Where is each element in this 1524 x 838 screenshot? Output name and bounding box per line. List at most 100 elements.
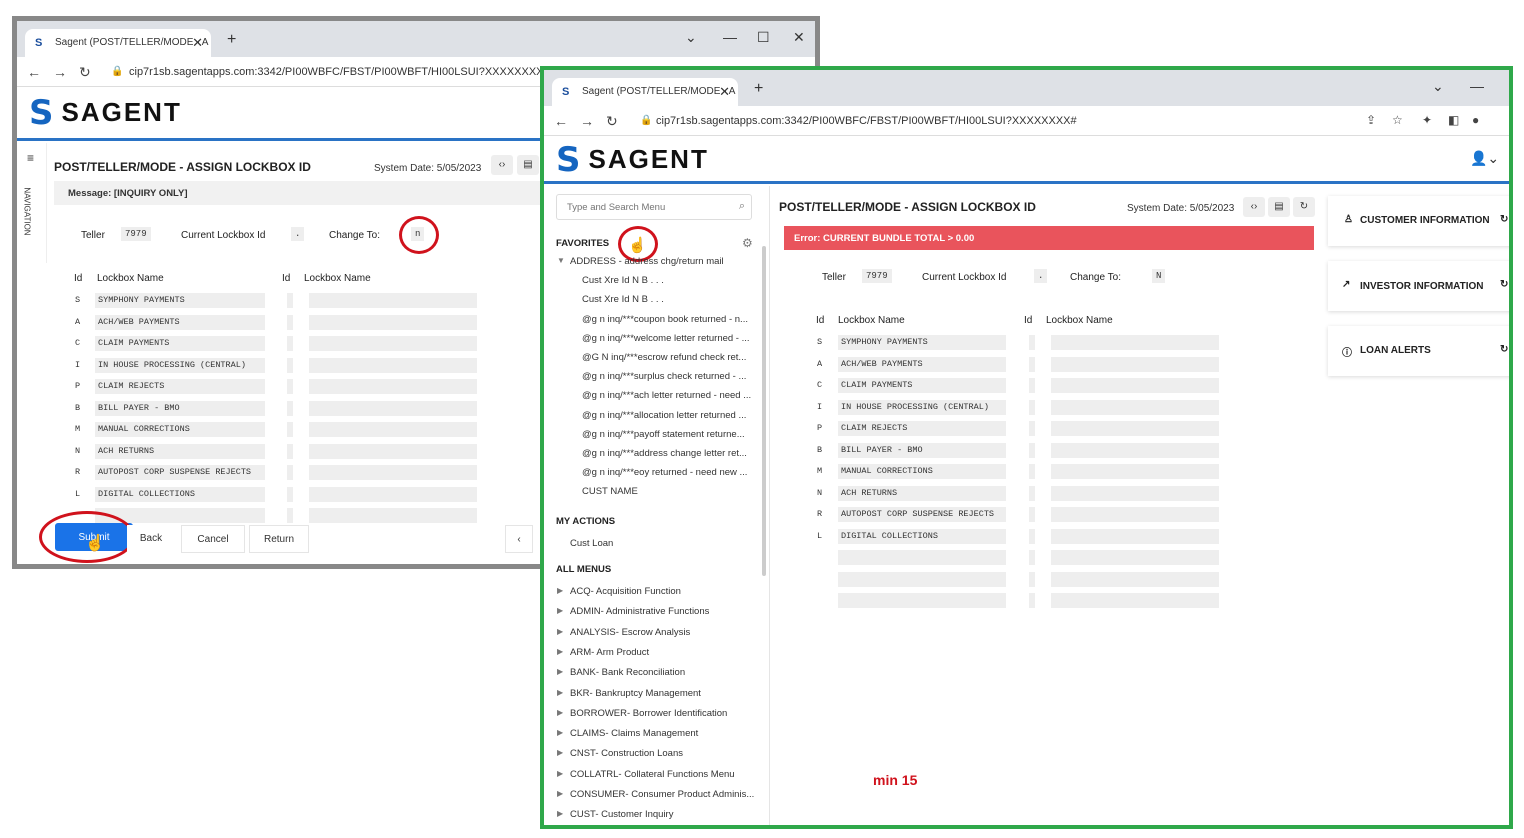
loan-alerts-card[interactable]: ⓘ LOAN ALERTS ↻ bbox=[1328, 326, 1509, 376]
sidebar-scrollbar[interactable] bbox=[762, 246, 766, 576]
lockbox-id-2[interactable] bbox=[1029, 485, 1035, 501]
lockbox-id-2[interactable] bbox=[1029, 378, 1035, 393]
chevron-right-icon[interactable]: ▶ bbox=[557, 728, 563, 737]
menu-item[interactable]: CNST- Construction Loans bbox=[570, 748, 683, 759]
lockbox-name[interactable]: ACH/WEB PAYMENTS bbox=[838, 356, 1006, 372]
favorite-item[interactable]: @g n inq/***coupon book returned - n... bbox=[582, 314, 748, 325]
favorite-item[interactable]: @G N inq/***escrow refund check ret... bbox=[582, 352, 746, 363]
lockbox-name[interactable]: IN HOUSE PROCESSING (CENTRAL) bbox=[838, 399, 1006, 415]
lockbox-id-2[interactable] bbox=[1029, 442, 1035, 458]
close-tab-icon[interactable]: ✕ bbox=[719, 84, 730, 100]
side-panel-icon[interactable]: ◧ bbox=[1448, 113, 1459, 127]
lockbox-id-2[interactable] bbox=[287, 293, 293, 308]
favorite-item[interactable]: @g n inq/***eoy returned - need new ... bbox=[582, 467, 747, 478]
lockbox-name[interactable]: ACH/WEB PAYMENTS bbox=[95, 314, 265, 330]
lockbox-name-2[interactable] bbox=[309, 314, 477, 330]
lockbox-id-2[interactable] bbox=[1029, 507, 1035, 522]
lockbox-name[interactable]: IN HOUSE PROCESSING (CENTRAL) bbox=[95, 357, 265, 373]
return-button[interactable]: Return bbox=[249, 525, 309, 553]
lockbox-name-2[interactable] bbox=[1051, 356, 1219, 372]
chevron-right-icon[interactable]: ▶ bbox=[557, 769, 563, 778]
gear-icon[interactable]: ⚙ bbox=[742, 236, 753, 250]
lockbox-name-2[interactable] bbox=[1051, 593, 1219, 608]
reload-icon[interactable]: ↻ bbox=[79, 64, 91, 81]
chevron-right-icon[interactable]: ▶ bbox=[557, 748, 563, 757]
hamburger-icon[interactable]: ≡ bbox=[27, 151, 34, 165]
chevron-right-icon[interactable]: ▶ bbox=[557, 809, 563, 818]
lockbox-id-2[interactable] bbox=[1029, 464, 1035, 479]
lockbox-id-2[interactable] bbox=[287, 379, 293, 394]
lockbox-name[interactable]: SYMPHONY PAYMENTS bbox=[95, 293, 265, 308]
bookmark-star-icon[interactable]: ☆ bbox=[1392, 113, 1403, 127]
lockbox-name[interactable]: ACH RETURNS bbox=[95, 443, 265, 459]
investor-information-card[interactable]: ↗ INVESTOR INFORMATION ↻ bbox=[1328, 261, 1509, 311]
lockbox-id-2[interactable] bbox=[287, 443, 293, 459]
refresh-icon[interactable]: ↻ bbox=[1293, 197, 1315, 217]
chevron-down-icon[interactable]: ▼ bbox=[557, 256, 565, 265]
lockbox-name-2[interactable] bbox=[1051, 507, 1219, 522]
refresh-icon[interactable]: ↻ bbox=[1500, 344, 1508, 355]
lockbox-name-2[interactable] bbox=[1051, 464, 1219, 479]
lockbox-name[interactable]: CLAIM PAYMENTS bbox=[95, 336, 265, 351]
refresh-icon[interactable]: ↻ bbox=[1500, 214, 1508, 225]
code-icon[interactable]: ‹› bbox=[491, 155, 513, 175]
lockbox-name[interactable] bbox=[838, 550, 1006, 565]
lockbox-name-2[interactable] bbox=[1051, 378, 1219, 393]
navigation-rail[interactable]: ≡ NAVIGATION bbox=[17, 143, 47, 263]
close-tab-icon[interactable]: ✕ bbox=[192, 35, 203, 51]
lockbox-name[interactable]: CLAIM REJECTS bbox=[95, 379, 265, 394]
menu-item[interactable]: COLLATRL- Collateral Functions Menu bbox=[570, 769, 735, 780]
lockbox-name-2[interactable] bbox=[309, 336, 477, 351]
lockbox-name-2[interactable] bbox=[309, 293, 477, 308]
lockbox-name-2[interactable] bbox=[309, 357, 477, 373]
close-window-icon[interactable]: ✕ bbox=[793, 29, 805, 46]
lockbox-name[interactable]: SYMPHONY PAYMENTS bbox=[838, 335, 1006, 350]
lockbox-name[interactable] bbox=[838, 593, 1006, 608]
menu-item[interactable]: BKR- Bankruptcy Management bbox=[570, 688, 701, 699]
my-action-item[interactable]: Cust Loan bbox=[570, 538, 613, 549]
chevron-right-icon[interactable]: ▶ bbox=[557, 606, 563, 615]
url-field[interactable]: cip7r1sb.sagentapps.com:3342/PI00WBFC/FB… bbox=[129, 66, 544, 78]
lockbox-name[interactable] bbox=[838, 571, 1006, 587]
lockbox-id-2[interactable] bbox=[287, 400, 293, 416]
chevron-right-icon[interactable]: ▶ bbox=[557, 789, 563, 798]
lockbox-name-2[interactable] bbox=[309, 422, 477, 437]
lockbox-id-2[interactable] bbox=[1029, 550, 1035, 565]
favorite-item[interactable]: Cust Xre Id N B . . . bbox=[582, 294, 664, 305]
tab-search-icon[interactable]: ⌄ bbox=[685, 29, 697, 46]
url-field[interactable]: cip7r1sb.sagentapps.com:3342/PI00WBFC/FB… bbox=[656, 115, 1077, 127]
lockbox-name-2[interactable] bbox=[1051, 442, 1219, 458]
lockbox-name-2[interactable] bbox=[309, 486, 477, 502]
forward-arrow-icon[interactable]: → bbox=[53, 64, 67, 80]
chevron-right-icon[interactable]: ▶ bbox=[557, 627, 563, 636]
lockbox-name[interactable]: CLAIM REJECTS bbox=[838, 421, 1006, 436]
tab-search-icon[interactable]: ⌄ bbox=[1432, 78, 1444, 95]
menu-item[interactable]: ACQ- Acquisition Function bbox=[570, 586, 681, 597]
lockbox-name-2[interactable] bbox=[1051, 550, 1219, 565]
new-tab-icon[interactable]: + bbox=[754, 80, 763, 98]
lockbox-id-2[interactable] bbox=[287, 336, 293, 351]
chevron-left-icon[interactable]: ‹ bbox=[505, 525, 533, 553]
browser-tab[interactable]: S Sagent (POST/TELLER/MODE - A ✕ bbox=[552, 78, 738, 106]
menu-item[interactable]: CLAIMS- Claims Management bbox=[570, 728, 698, 739]
lockbox-id-2[interactable] bbox=[287, 508, 293, 523]
lockbox-name[interactable]: AUTOPOST CORP SUSPENSE REJECTS bbox=[95, 465, 265, 480]
lockbox-name-2[interactable] bbox=[309, 379, 477, 394]
favorite-item[interactable]: @g n inq/***ach letter returned - need .… bbox=[582, 390, 751, 401]
chevron-right-icon[interactable]: ▶ bbox=[557, 586, 563, 595]
menu-item[interactable]: CONSUMER- Consumer Product Adminis... bbox=[570, 789, 754, 800]
lockbox-id-2[interactable] bbox=[1029, 571, 1035, 587]
lockbox-name[interactable]: MANUAL CORRECTIONS bbox=[95, 422, 265, 437]
lockbox-id-2[interactable] bbox=[287, 465, 293, 480]
lockbox-name-2[interactable] bbox=[1051, 399, 1219, 415]
refresh-icon[interactable]: ↻ bbox=[1500, 279, 1508, 290]
code-icon[interactable]: ‹› bbox=[1243, 197, 1265, 217]
lockbox-name-2[interactable] bbox=[1051, 421, 1219, 436]
minimize-icon[interactable]: — bbox=[723, 29, 737, 45]
lockbox-id-2[interactable] bbox=[1029, 356, 1035, 372]
chevron-right-icon[interactable]: ▶ bbox=[557, 647, 563, 656]
lockbox-id-2[interactable] bbox=[287, 486, 293, 502]
lockbox-name[interactable]: BILL PAYER - BMO bbox=[838, 442, 1006, 458]
lockbox-name[interactable]: ACH RETURNS bbox=[838, 485, 1006, 501]
back-button[interactable]: Back bbox=[127, 525, 175, 553]
